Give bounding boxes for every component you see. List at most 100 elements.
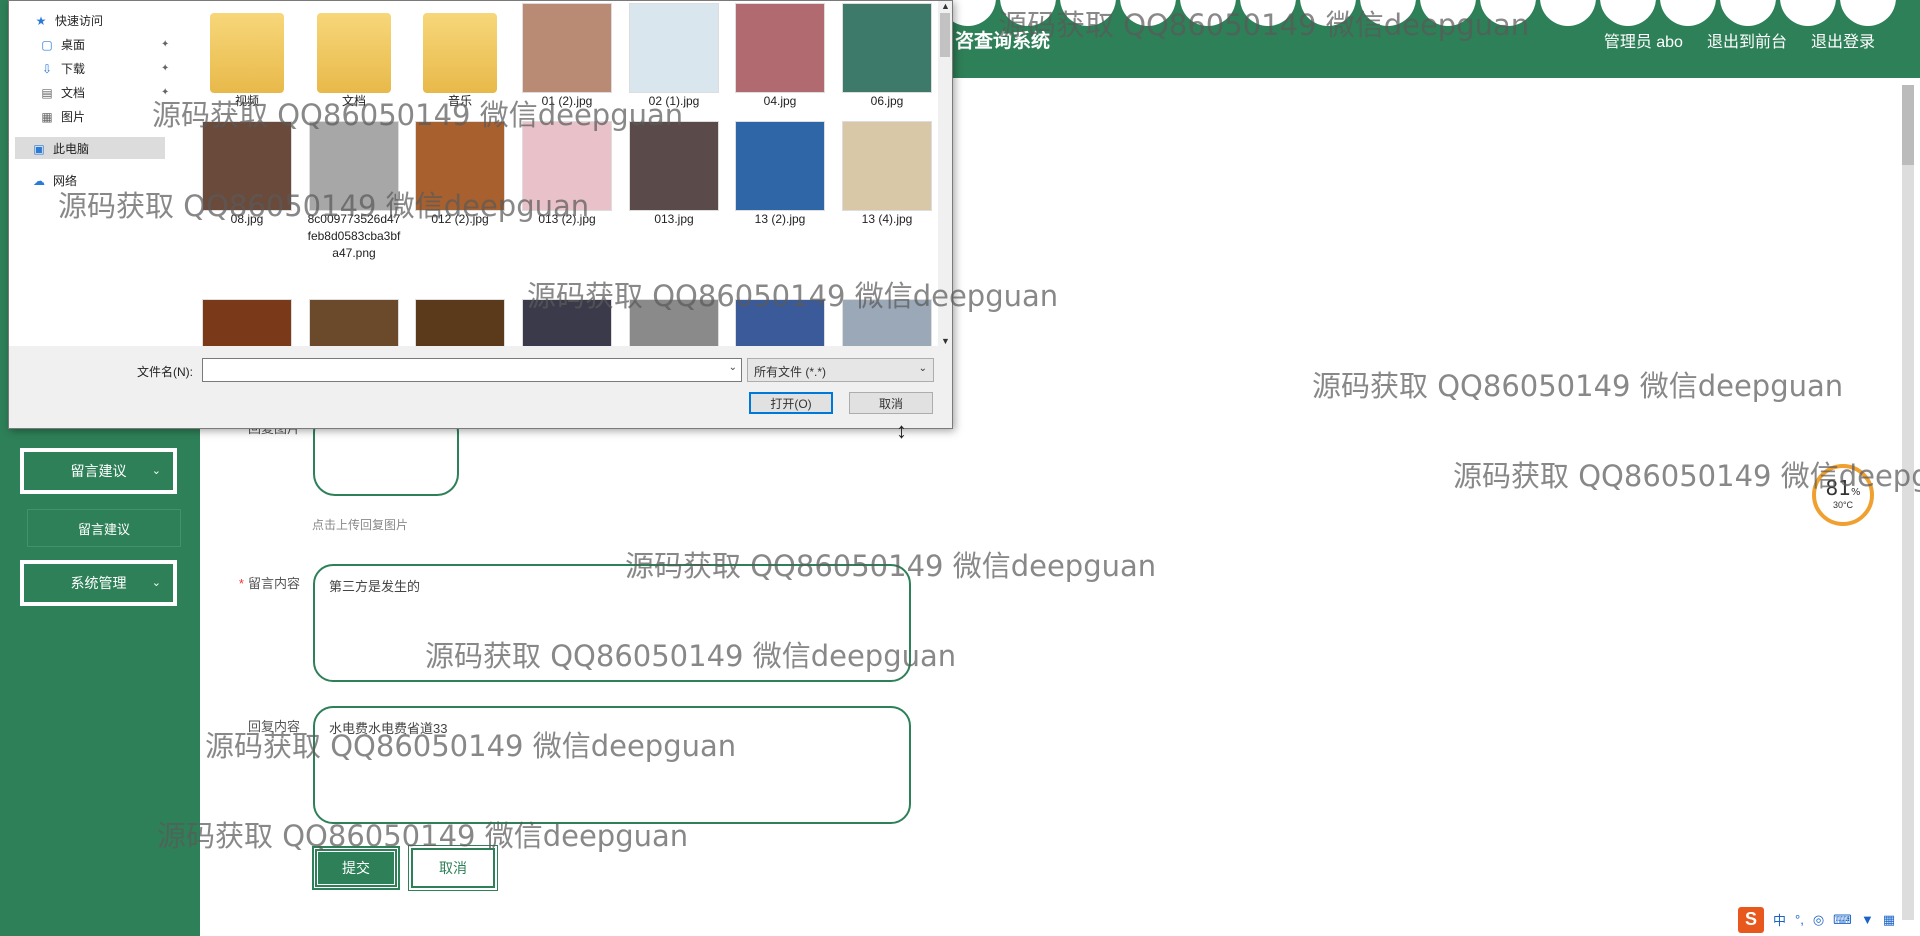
- open-button[interactable]: 打开(O): [749, 392, 833, 414]
- reply-content-textarea[interactable]: 水电费水电费省道33: [313, 706, 911, 824]
- file-item[interactable]: 06.jpg: [835, 3, 937, 110]
- page-scrollbar-thumb[interactable]: [1902, 85, 1914, 165]
- filetype-value: 所有文件 (*.*): [754, 365, 827, 379]
- image-thumbnail: [522, 3, 612, 93]
- computer-icon: ▣: [33, 141, 45, 156]
- grid-icon[interactable]: ▦: [1883, 912, 1895, 928]
- submit-button[interactable]: 提交: [312, 846, 400, 890]
- file-item[interactable]: 01 (2).jpg: [515, 3, 619, 110]
- ime-chinese-toggle[interactable]: 中: [1773, 910, 1786, 929]
- dialog-scrollbar[interactable]: ▲ ▼: [938, 1, 952, 346]
- file-item[interactable]: 文档: [302, 3, 406, 110]
- nav-label: 文档: [61, 86, 86, 100]
- sidebar-menu-system[interactable]: 系统管理 ⌄: [20, 560, 177, 606]
- sidebar-subitem-message[interactable]: 留言建议: [28, 510, 180, 546]
- admin-user-link[interactable]: 管理员 abo: [1604, 28, 1683, 52]
- network-icon: ☁: [33, 173, 45, 188]
- file-item[interactable]: 04.jpg: [728, 3, 832, 110]
- file-name: 视频: [234, 94, 259, 108]
- file-item[interactable]: 08.jpg: [195, 121, 299, 228]
- image-thumbnail: [415, 299, 505, 346]
- file-name: 13 (4).jpg: [861, 212, 913, 226]
- nav-label: 桌面: [61, 38, 86, 52]
- sidebar-menu-message[interactable]: 留言建议 ⌄: [20, 448, 177, 494]
- keyboard-icon[interactable]: ⌨: [1833, 912, 1852, 928]
- sogou-logo-icon[interactable]: S: [1738, 906, 1764, 933]
- file-name: 01 (2).jpg: [541, 94, 593, 108]
- logout-link[interactable]: 退出登录: [1811, 28, 1875, 52]
- nav-quick-access[interactable]: ★ 快速访问: [33, 12, 103, 29]
- file-item[interactable]: [728, 273, 832, 346]
- system-title: 咨查询系统: [955, 31, 1051, 52]
- file-item[interactable]: 音乐: [408, 3, 512, 110]
- gauge-percent: 81: [1825, 476, 1851, 500]
- image-thumbnail: [735, 299, 825, 346]
- header-decoration: [940, 0, 1900, 26]
- file-item[interactable]: [515, 273, 619, 346]
- page-scrollbar[interactable]: [1902, 85, 1914, 920]
- download-icon: ⇩: [41, 61, 53, 76]
- filename-input[interactable]: ⌄: [202, 358, 742, 382]
- nav-documents[interactable]: ▤ 文档 ✦: [39, 84, 169, 101]
- mic-icon[interactable]: ◎: [1813, 912, 1824, 928]
- system-monitor-gauge[interactable]: 81% 30°C: [1812, 464, 1874, 526]
- file-item[interactable]: 视频: [195, 3, 299, 110]
- file-item[interactable]: 13 (2).jpg: [728, 121, 832, 228]
- dialog-scrollbar-thumb[interactable]: [940, 13, 950, 57]
- file-name: 文档: [341, 94, 366, 108]
- chevron-down-icon: ⌄: [918, 363, 927, 374]
- file-item[interactable]: [302, 273, 406, 346]
- nav-label: 下载: [61, 62, 86, 76]
- file-name: 013 (2).jpg: [538, 212, 596, 226]
- upload-hint: 点击上传回复图片: [312, 518, 409, 532]
- image-thumbnail: [629, 299, 719, 346]
- ime-punctuation-toggle[interactable]: °,: [1795, 912, 1804, 927]
- go-frontend-link[interactable]: 退出到前台: [1707, 28, 1787, 52]
- file-item[interactable]: 13 (4).jpg: [835, 121, 937, 228]
- file-item[interactable]: [408, 273, 512, 346]
- message-content-textarea[interactable]: 第三方是发生的: [313, 564, 911, 682]
- file-name: 02 (1).jpg: [648, 94, 700, 108]
- image-thumbnail: [842, 3, 932, 93]
- image-thumbnail: [735, 121, 825, 211]
- nav-network[interactable]: ☁ 网络: [31, 172, 77, 189]
- nav-downloads[interactable]: ⇩ 下载 ✦: [39, 60, 169, 77]
- scroll-up-icon[interactable]: ▲: [941, 1, 950, 11]
- nav-pictures[interactable]: ▦ 图片: [39, 108, 85, 125]
- file-name: 13 (2).jpg: [754, 212, 806, 226]
- image-thumbnail: [309, 121, 399, 211]
- ime-tray: S 中 °, ◎ ⌨ ▼ ▦: [1738, 903, 1920, 936]
- dialog-nav-pane: ★ 快速访问 ▢ 桌面 ✦ ⇩ 下载 ✦ ▤ 文档 ✦ ▦ 图片 ▣ 此电脑 ☁ 网络: [9, 1, 169, 346]
- cancel-button[interactable]: 取消: [408, 845, 498, 891]
- image-thumbnail: [202, 121, 292, 211]
- chevron-down-icon: ⌄: [151, 465, 161, 477]
- file-item[interactable]: [622, 273, 726, 346]
- file-item[interactable]: 013.jpg: [622, 121, 726, 228]
- file-name: 06.jpg: [870, 94, 904, 108]
- file-item[interactable]: 02 (1).jpg: [622, 3, 726, 110]
- file-name: 08.jpg: [230, 212, 264, 226]
- nav-label: 快速访问: [55, 14, 104, 28]
- file-name: 012 (2).jpg: [431, 212, 489, 226]
- sidebar-menu-label: 系统管理: [70, 575, 127, 591]
- file-item[interactable]: 012 (2).jpg: [408, 121, 512, 228]
- file-item[interactable]: 8c009773526d47feb8d0583cba3bfa47.png: [302, 121, 406, 262]
- nav-desktop[interactable]: ▢ 桌面 ✦: [39, 36, 169, 53]
- chevron-down-icon[interactable]: ⌄: [729, 362, 737, 373]
- nav-label: 图片: [61, 110, 86, 124]
- scroll-down-icon[interactable]: ▼: [941, 336, 950, 346]
- image-thumbnail: [842, 121, 932, 211]
- filetype-select[interactable]: 所有文件 (*.*) ⌄: [747, 358, 934, 382]
- image-thumbnail: [309, 299, 399, 346]
- image-thumbnail: [629, 121, 719, 211]
- shirt-icon[interactable]: ▼: [1861, 912, 1874, 927]
- dialog-cancel-button[interactable]: 取消: [849, 392, 933, 414]
- nav-label: 此电脑: [53, 142, 90, 156]
- dialog-footer: 文件名(N): ⌄ 所有文件 (*.*) ⌄ 打开(O) 取消: [9, 346, 952, 428]
- file-item[interactable]: 013 (2).jpg: [515, 121, 619, 228]
- gauge-unit: %: [1850, 487, 1861, 498]
- file-item[interactable]: [195, 273, 299, 346]
- nav-this-pc[interactable]: ▣ 此电脑: [31, 140, 89, 157]
- nav-label: 网络: [53, 174, 78, 188]
- file-item[interactable]: [835, 273, 937, 346]
